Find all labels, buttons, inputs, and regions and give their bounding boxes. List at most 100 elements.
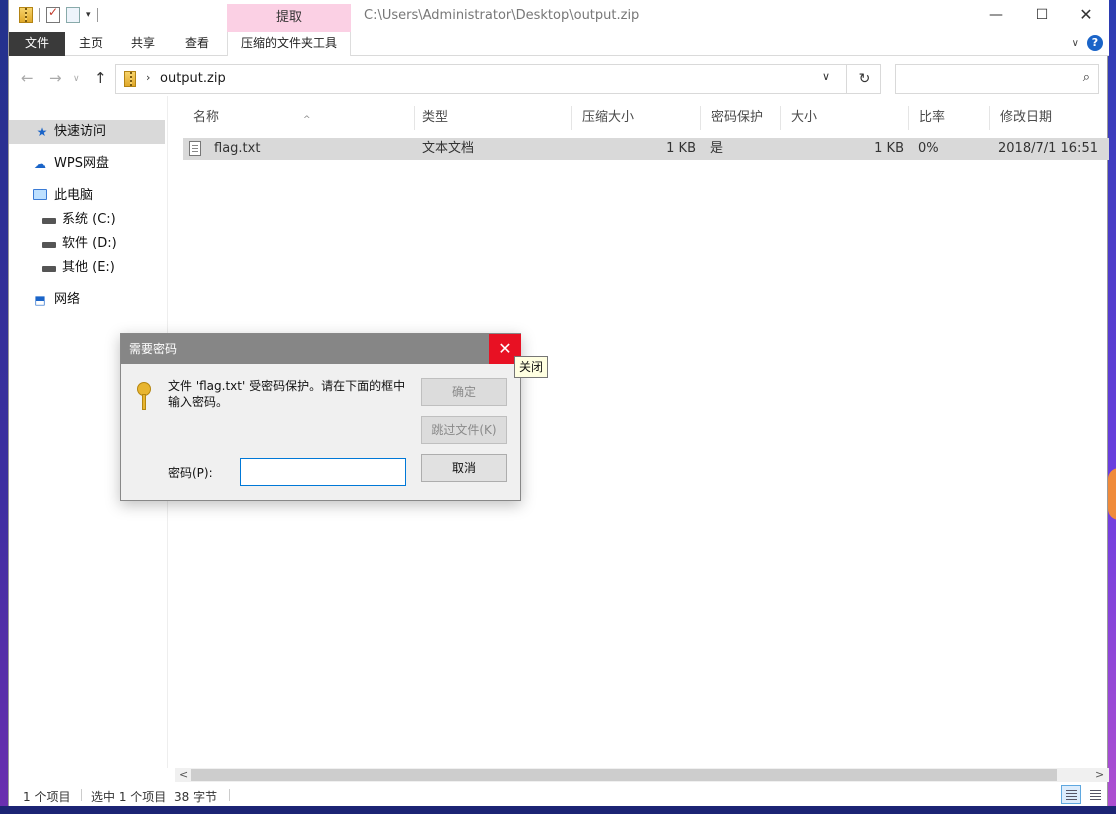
back-arrow-icon[interactable]: ←: [21, 69, 34, 87]
column-header-modified[interactable]: 修改日期: [990, 106, 1109, 130]
desktop-background-left: [0, 0, 8, 814]
close-tooltip: 关闭: [514, 356, 549, 378]
nav-item-label: 快速访问: [54, 124, 107, 139]
help-icon[interactable]: ?: [1087, 35, 1103, 51]
nav-item-network[interactable]: ⬒ 网络: [9, 288, 165, 312]
nav-item-label: 系统 (C:): [62, 212, 116, 227]
nav-item-drive-d[interactable]: 软件 (D:): [9, 232, 165, 256]
file-name: flag.txt: [214, 141, 261, 156]
zip-folder-icon: [124, 71, 136, 87]
dialog-title: 需要密码: [121, 334, 520, 364]
ribbon-tabs: 文件 主页 共享 查看 压缩的文件夹工具 ∨ ?: [9, 32, 1109, 56]
nav-item-this-pc[interactable]: 此电脑: [9, 184, 165, 208]
column-header-type[interactable]: 类型: [412, 106, 572, 130]
search-box[interactable]: ⌕: [895, 64, 1099, 94]
expand-ribbon-chevron-icon[interactable]: ∨: [1072, 38, 1079, 49]
file-type: 文本文档: [422, 141, 475, 156]
status-selected-size: 38 字节: [174, 790, 218, 804]
horizontal-scrollbar[interactable]: < >: [175, 768, 1109, 782]
nav-item-drive-c[interactable]: 系统 (C:): [9, 208, 165, 232]
file-password-protected: 是: [710, 141, 724, 156]
extract-context-tab[interactable]: 提取: [227, 4, 351, 32]
skip-file-button[interactable]: 跳过文件(K): [421, 416, 507, 444]
title-bar: ▾ 提取 C:\Users\Administrator\Desktop\outp…: [9, 0, 1109, 32]
star-icon: ★: [36, 125, 48, 139]
new-folder-icon[interactable]: [66, 7, 80, 23]
window-title-path: C:\Users\Administrator\Desktop\output.zi…: [364, 8, 640, 23]
text-file-icon: [189, 141, 201, 156]
cloud-icon: ☁: [34, 157, 46, 171]
password-label: 密码(P):: [168, 466, 213, 480]
customize-toolbar-chevron-icon[interactable]: ▾: [86, 10, 91, 20]
column-header-compressed-size[interactable]: 压缩大小: [572, 106, 701, 130]
ok-button[interactable]: 确定: [421, 378, 507, 406]
nav-item-label: 此电脑: [54, 188, 94, 203]
properties-icon[interactable]: [46, 5, 60, 23]
dialog-message: 文件 'flag.txt' 受密码保护。请在下面的框中输入密码。: [168, 379, 406, 409]
file-compressed-size: 1 KB: [666, 141, 696, 156]
desktop-widget: [1108, 468, 1116, 520]
maximize-button[interactable]: ☐: [1019, 0, 1065, 32]
tab-home[interactable]: 主页: [65, 32, 117, 56]
nav-item-quick-access[interactable]: ★ 快速访问: [9, 120, 165, 144]
toolbar-divider: [96, 8, 98, 22]
password-input[interactable]: [240, 458, 406, 486]
file-modified: 2018/7/1 16:51: [998, 141, 1098, 156]
key-icon: [137, 382, 151, 412]
drive-icon: [42, 266, 56, 272]
sort-ascending-icon: ^: [303, 115, 311, 125]
status-item-count: 1 个项目: [23, 790, 71, 804]
details-view-button[interactable]: [1061, 785, 1081, 804]
search-icon[interactable]: ⌕: [1083, 70, 1090, 85]
minimize-button[interactable]: —: [973, 0, 1019, 32]
navigation-bar: ← → ∨ ↑ › output.zip ∨ ↻ ⌕: [9, 62, 1109, 96]
drive-icon: [42, 242, 56, 248]
column-header-label: 名称: [193, 110, 220, 125]
scroll-right-chevron-icon[interactable]: >: [1095, 768, 1104, 782]
password-dialog: 需要密码 ✕ 文件 'flag.txt' 受密码保护。请在下面的框中输入密码。 …: [120, 333, 521, 501]
nav-item-label: 网络: [54, 292, 81, 307]
file-size: 1 KB: [874, 141, 904, 156]
file-ratio: 0%: [918, 141, 939, 156]
desktop-background-bottom: [0, 806, 1116, 814]
status-bar: 1 个项目 选中 1 个项目 38 字节: [9, 784, 1109, 806]
column-header-password[interactable]: 密码保护: [701, 106, 781, 130]
recent-locations-chevron-icon[interactable]: ∨: [73, 74, 80, 84]
ribbon-right-controls: ∨ ?: [1072, 35, 1103, 51]
network-icon: ⬒: [34, 293, 46, 307]
close-window-button[interactable]: ✕: [1063, 0, 1109, 32]
toolbar-divider: [39, 8, 40, 22]
zip-folder-icon: [19, 7, 33, 23]
tab-compressed-folder-tools[interactable]: 压缩的文件夹工具: [227, 32, 351, 56]
address-dropdown-chevron-icon[interactable]: ∨: [822, 70, 830, 83]
status-selected-count: 选中 1 个项目: [91, 790, 167, 804]
address-bar[interactable]: › output.zip ∨ ↻: [115, 64, 881, 94]
drive-icon: [42, 218, 56, 224]
tab-share[interactable]: 共享: [117, 32, 169, 56]
cancel-button[interactable]: 取消: [421, 454, 507, 482]
desktop-background-right: [1108, 0, 1116, 814]
nav-item-wps-cloud[interactable]: ☁ WPS网盘: [9, 152, 165, 176]
nav-item-drive-e[interactable]: 其他 (E:): [9, 256, 165, 280]
forward-arrow-icon[interactable]: →: [49, 69, 62, 87]
computer-icon: [33, 189, 47, 200]
table-row[interactable]: flag.txt 文本文档 1 KB 是 1 KB 0% 2018/7/1 16…: [183, 138, 1109, 160]
scrollbar-thumb[interactable]: [191, 769, 1057, 781]
breadcrumb-chevron-icon[interactable]: ›: [146, 71, 150, 84]
nav-item-label: 软件 (D:): [62, 236, 117, 251]
quick-access-toolbar: ▾: [19, 5, 98, 23]
tab-file[interactable]: 文件: [9, 32, 65, 56]
breadcrumb-output-zip[interactable]: output.zip: [160, 71, 226, 86]
column-header-name[interactable]: 名称 ^: [183, 106, 415, 130]
nav-item-label: 其他 (E:): [62, 260, 115, 275]
nav-item-label: WPS网盘: [54, 156, 109, 171]
scroll-left-chevron-icon[interactable]: <: [179, 768, 188, 782]
tab-view[interactable]: 查看: [169, 32, 225, 56]
status-divider: [81, 789, 82, 801]
status-divider: [229, 789, 230, 801]
column-header-ratio[interactable]: 比率: [909, 106, 990, 130]
refresh-button[interactable]: ↻: [846, 65, 882, 93]
up-arrow-icon[interactable]: ↑: [94, 69, 107, 87]
column-header-size[interactable]: 大小: [781, 106, 909, 130]
large-icons-view-button[interactable]: [1085, 785, 1105, 804]
